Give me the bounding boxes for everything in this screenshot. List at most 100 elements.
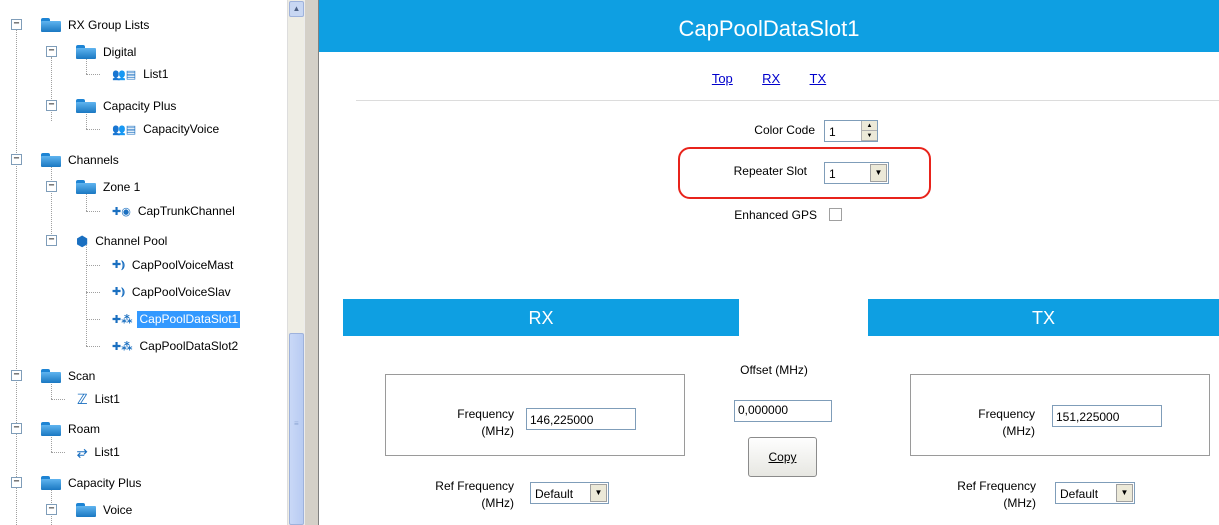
collapse-toggle[interactable]: − xyxy=(11,19,22,30)
tree-item-label: CapPoolDataSlot2 xyxy=(139,338,239,353)
tree-item-channels[interactable]: Channels xyxy=(41,150,121,170)
enhanced-gps-checkbox[interactable] xyxy=(829,208,842,221)
tree-item-cappooldataslot1[interactable]: ✚⁂ CapPoolDataSlot1 xyxy=(112,309,241,329)
collapse-toggle[interactable]: − xyxy=(11,423,22,434)
tx-ref-frequency-label-line2: (MHz) xyxy=(1003,496,1036,510)
tree-item-channel-pool[interactable]: ⬢ Channel Pool xyxy=(76,231,169,251)
tree-connector xyxy=(86,129,100,130)
tree-item-label: Capacity Plus xyxy=(68,475,142,490)
tree-item-label: RX Group Lists xyxy=(68,17,150,32)
scan-list-icon: ℤ xyxy=(77,390,88,407)
tree-connector xyxy=(51,452,65,453)
collapse-toggle[interactable]: − xyxy=(46,235,57,246)
tree-item-label: Roam xyxy=(68,421,101,436)
tx-ref-frequency-select[interactable]: Default ▼ xyxy=(1055,482,1135,504)
tx-frequency-input[interactable]: 151,225000 xyxy=(1052,405,1162,427)
channel-settings-panel: CapPoolDataSlot1 Top RX TX Color Code 1 … xyxy=(319,0,1219,525)
repeater-slot-label: Repeater Slot xyxy=(733,164,807,178)
tree-item-capacity-plus-root[interactable]: Capacity Plus xyxy=(41,473,143,493)
tree-item-capacityvoice[interactable]: 👥▤ CapacityVoice xyxy=(112,119,221,139)
navigation-tree[interactable]: − RX Group Lists − Digital 👥▤ List1 − Ca… xyxy=(0,0,287,525)
spin-down-icon[interactable]: ▼ xyxy=(862,131,877,141)
tree-connector xyxy=(51,164,52,240)
divider xyxy=(356,100,1219,101)
tree-item-cappoolvoicemast[interactable]: ✚⦆ CapPoolVoiceMast xyxy=(112,255,235,275)
tree-item-roam-list1[interactable]: ⥂ List1 xyxy=(77,442,122,462)
rx-frequency-label-line1: Frequency xyxy=(457,407,514,421)
tree-connector xyxy=(86,319,100,320)
rx-ref-frequency-value: Default xyxy=(535,487,574,501)
tree-item-label: List1 xyxy=(94,444,120,459)
link-tx[interactable]: TX xyxy=(810,71,827,86)
collapse-toggle[interactable]: − xyxy=(46,100,57,111)
tree-item-rx-group-lists[interactable]: RX Group Lists xyxy=(41,15,151,35)
tree-scrollbar[interactable]: ▲ ≡ xyxy=(287,0,304,525)
tree-item-label: Voice xyxy=(103,502,133,517)
tree-connector xyxy=(86,265,100,266)
tree-item-voice[interactable]: Voice xyxy=(76,500,134,520)
color-code-value: 1 xyxy=(829,125,836,139)
tree-connector xyxy=(51,399,65,400)
rx-frequency-label-line2: (MHz) xyxy=(481,424,514,438)
color-code-spinner[interactable]: 1 ▲ ▼ xyxy=(824,120,878,142)
rx-ref-frequency-select[interactable]: Default ▼ xyxy=(530,482,609,504)
spin-up-icon[interactable]: ▲ xyxy=(862,121,877,131)
tree-item-label: Capacity Plus xyxy=(103,98,177,113)
collapse-toggle[interactable]: − xyxy=(46,46,57,57)
chevron-down-icon[interactable]: ▼ xyxy=(1116,484,1133,502)
copy-button-label: Copy xyxy=(768,450,797,464)
scroll-up-button[interactable]: ▲ xyxy=(289,1,304,17)
tree-item-label: Digital xyxy=(103,44,137,59)
collapse-toggle[interactable]: − xyxy=(46,181,57,192)
tree-item-capacity-plus[interactable]: Capacity Plus xyxy=(76,96,178,116)
tree-connector xyxy=(16,30,17,525)
tree-item-cappoolvoiceslav[interactable]: ✚⦆ CapPoolVoiceSlav xyxy=(112,282,233,302)
tree-item-scan-list1[interactable]: ℤ List1 xyxy=(77,389,122,409)
offset-input[interactable]: 0,000000 xyxy=(734,400,832,422)
rx-ref-frequency-label-line1: Ref Frequency xyxy=(435,479,514,493)
link-rx[interactable]: RX xyxy=(762,71,780,86)
tree-item-scan[interactable]: Scan xyxy=(41,366,97,386)
tx-frequency-label-line2: (MHz) xyxy=(1002,424,1035,438)
section-links: Top RX TX xyxy=(319,71,1219,86)
tree-item-label: CapacityVoice xyxy=(143,121,220,136)
tx-frequency-label: Frequency (MHz) xyxy=(939,406,1035,440)
panel-splitter[interactable] xyxy=(304,0,319,525)
collapse-toggle[interactable]: − xyxy=(11,154,22,165)
tree-item-zone-1[interactable]: Zone 1 xyxy=(76,177,142,197)
tree-item-label: CapTrunkChannel xyxy=(137,203,235,218)
folder-icon xyxy=(41,153,61,167)
scrollbar-thumb[interactable]: ≡ xyxy=(289,333,304,525)
data-channel-icon: ✚⁂ xyxy=(112,340,133,353)
collapse-toggle[interactable]: − xyxy=(11,477,22,488)
tree-item-label: CapPoolVoiceMast xyxy=(131,257,234,272)
chevron-down-icon[interactable]: ▼ xyxy=(590,484,607,502)
rx-frequency-input[interactable]: 146,225000 xyxy=(526,408,636,430)
channel-icon: ✚◉ xyxy=(112,205,131,218)
repeater-slot-select[interactable]: 1 ▼ xyxy=(824,162,889,184)
page-title: CapPoolDataSlot1 xyxy=(319,0,1219,52)
rx-group-list-icon: 👥▤ xyxy=(112,68,137,81)
tree-item-label: List1 xyxy=(94,391,120,406)
channel-pool-icon: ⬢ xyxy=(76,232,89,249)
tree-item-label: Zone 1 xyxy=(103,179,141,194)
tree-item-roam[interactable]: Roam xyxy=(41,419,102,439)
tx-ref-frequency-label-line1: Ref Frequency xyxy=(957,479,1036,493)
tree-item-list1[interactable]: 👥▤ List1 xyxy=(112,64,170,84)
tree-item-captrunkchannel[interactable]: ✚◉ CapTrunkChannel xyxy=(112,201,237,221)
tree-connector xyxy=(86,211,100,212)
collapse-toggle[interactable]: − xyxy=(11,370,22,381)
tree-item-cappooldataslot2[interactable]: ✚⁂ CapPoolDataSlot2 xyxy=(112,336,240,356)
folder-icon xyxy=(76,180,96,194)
folder-icon xyxy=(41,369,61,383)
tree-item-label: List1 xyxy=(143,66,169,81)
chevron-down-icon[interactable]: ▼ xyxy=(870,164,887,182)
collapse-toggle[interactable]: − xyxy=(46,504,57,515)
roam-list-icon: ⥂ xyxy=(77,444,88,459)
tree-item-digital[interactable]: Digital xyxy=(76,42,138,62)
copy-button[interactable]: Copy xyxy=(748,437,817,477)
link-top[interactable]: Top xyxy=(712,71,733,86)
folder-icon xyxy=(41,18,61,32)
rx-ref-frequency-label: Ref Frequency (MHz) xyxy=(379,478,514,512)
folder-icon xyxy=(76,99,96,113)
